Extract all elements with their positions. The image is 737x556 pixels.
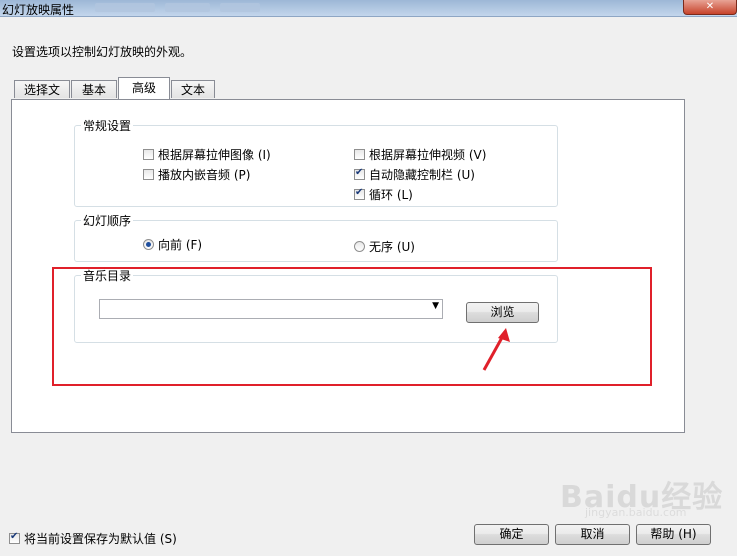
title-bar: 幻灯放映属性 ✕ bbox=[0, 0, 737, 17]
radio-label: 无序 (U) bbox=[369, 240, 415, 254]
radio-selected-icon bbox=[143, 239, 154, 250]
radio-label: 向前 (F) bbox=[158, 238, 203, 252]
tab-advanced[interactable]: 高级 bbox=[118, 77, 170, 99]
order-forward-radio[interactable]: 向前 (F) bbox=[143, 236, 202, 253]
checkbox-label: 播放内嵌音频 (P) bbox=[158, 168, 251, 182]
checkbox-label: 根据屏幕拉伸视频 (V) bbox=[369, 148, 487, 162]
checkmark-icon bbox=[9, 531, 20, 544]
checkbox-icon bbox=[143, 169, 154, 180]
tab-text[interactable]: 文本 bbox=[171, 80, 215, 98]
close-icon: ✕ bbox=[705, 1, 715, 12]
slide-order-legend: 幻灯顺序 bbox=[81, 212, 134, 229]
order-random-radio[interactable]: 无序 (U) bbox=[354, 238, 415, 255]
title-bar-blur bbox=[220, 3, 260, 12]
cancel-button[interactable]: 取消 bbox=[555, 524, 630, 545]
checkbox-label: 自动隐藏控制栏 (U) bbox=[369, 168, 475, 182]
tab-select-file[interactable]: 选择文件 bbox=[14, 80, 70, 115]
tab-basic[interactable]: 基本 bbox=[71, 80, 117, 98]
loop-checkbox[interactable]: 循环 (L) bbox=[354, 186, 413, 203]
save-default-label: 将当前设置保存为默认值 (S) bbox=[24, 532, 177, 546]
radio-icon bbox=[354, 241, 365, 252]
checkbox-label: 根据屏幕拉伸图像 (I) bbox=[158, 148, 271, 162]
annotation-highlight-box bbox=[52, 267, 652, 386]
checkbox-icon bbox=[143, 149, 154, 160]
close-button[interactable]: ✕ bbox=[683, 0, 737, 15]
autohide-controls-checkbox[interactable]: 自动隐藏控制栏 (U) bbox=[354, 166, 475, 183]
checkmark-icon bbox=[354, 167, 365, 180]
watermark-subtext: jingyan.baidu.com bbox=[585, 506, 687, 519]
title-bar-blur bbox=[95, 3, 155, 12]
checkbox-icon bbox=[354, 149, 365, 160]
checkmark-icon bbox=[354, 187, 365, 200]
dialog-description: 设置选项以控制幻灯放映的外观。 bbox=[12, 45, 193, 59]
title-bar-blur bbox=[165, 3, 210, 12]
window-title: 幻灯放映属性 bbox=[2, 3, 75, 17]
stretch-video-checkbox[interactable]: 根据屏幕拉伸视频 (V) bbox=[354, 146, 486, 163]
save-default-checkbox[interactable]: 将当前设置保存为默认值 (S) bbox=[9, 530, 177, 547]
ok-button[interactable]: 确定 bbox=[474, 524, 549, 545]
checkbox-label: 循环 (L) bbox=[369, 188, 413, 202]
help-button[interactable]: 帮助 (H) bbox=[636, 524, 711, 545]
embedded-audio-checkbox[interactable]: 播放内嵌音频 (P) bbox=[143, 166, 250, 183]
stretch-image-checkbox[interactable]: 根据屏幕拉伸图像 (I) bbox=[143, 146, 271, 163]
annotation-arrow-icon bbox=[482, 328, 510, 371]
general-settings-legend: 常规设置 bbox=[81, 117, 134, 134]
